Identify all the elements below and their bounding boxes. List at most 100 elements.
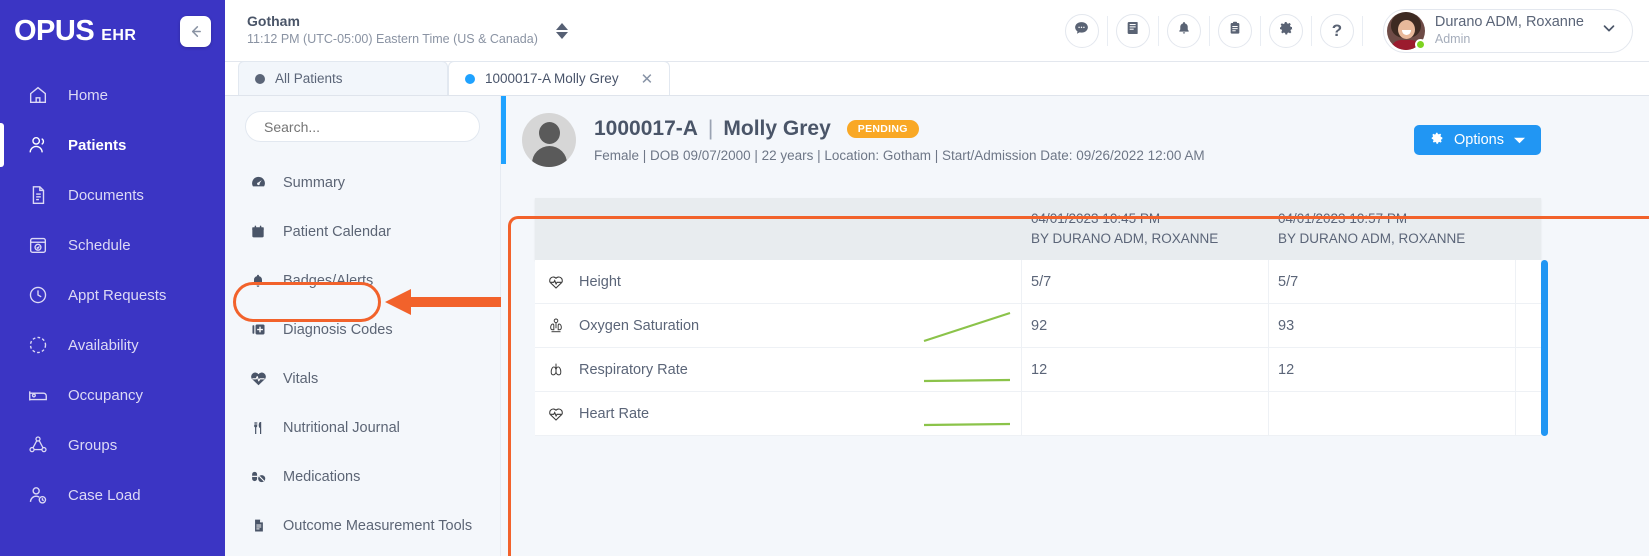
- patient-name: Molly Grey: [723, 117, 831, 140]
- column-author: BY DURANO ADM, ROXANNE: [1278, 230, 1466, 246]
- book-icon: [1125, 20, 1141, 41]
- patient-menu-item-diagnosis-codes[interactable]: Diagnosis Codes: [225, 305, 500, 354]
- table-row[interactable]: Respiratory Rate 12 12: [535, 348, 1541, 392]
- gear-icon: [1278, 20, 1294, 41]
- person-placeholder-icon: [522, 113, 576, 167]
- application-root: OPUS EHR Home Patients Documents Schedul…: [0, 0, 1649, 556]
- search-box[interactable]: [245, 111, 480, 142]
- row-value-cell: 5/7: [1022, 260, 1269, 303]
- row-label-cell: Respiratory Rate: [535, 348, 1022, 391]
- sidebar-label: Appt Requests: [68, 286, 167, 304]
- book-icon-button[interactable]: [1115, 13, 1150, 48]
- active-panel-indicator: [501, 96, 506, 164]
- sidebar-nav: Home Patients Documents Schedule Appt Re…: [0, 70, 225, 520]
- calendar-check-icon: [26, 233, 50, 257]
- patient-menu-item-outcome-measurement-tools[interactable]: Outcome Measurement Tools: [225, 501, 500, 550]
- table-row[interactable]: Oxygen Saturation 92 93: [535, 304, 1541, 348]
- patient-menu: Summary Patient Calendar Badges/Alerts: [225, 96, 503, 556]
- gear-icon-button[interactable]: [1268, 13, 1303, 48]
- sparkline-flat: [922, 351, 1012, 393]
- table-row[interactable]: Height 5/7 5/7: [535, 260, 1541, 304]
- row-label: Height: [579, 273, 621, 290]
- row-value-cell: 12: [1022, 348, 1269, 391]
- patient-menu-item-nutritional-journal[interactable]: Nutritional Journal: [225, 403, 500, 452]
- sidebar-collapse-button[interactable]: [180, 15, 211, 47]
- close-icon[interactable]: ✕: [629, 70, 654, 88]
- documents-icon: [26, 183, 50, 207]
- calendar-icon: [247, 224, 269, 240]
- patient-menu-label: Outcome Measurement Tools: [283, 517, 473, 534]
- sidebar-item-patients[interactable]: Patients: [0, 120, 225, 170]
- patient-menu-item-patient-calendar[interactable]: Patient Calendar: [225, 207, 500, 256]
- patient-separator: |: [707, 117, 714, 140]
- chat-icon-button[interactable]: [1064, 13, 1099, 48]
- patient-menu-label: Patient Calendar: [283, 223, 392, 240]
- facility-selector[interactable]: Gotham 11:12 PM (UTC-05:00) Eastern Time…: [247, 13, 568, 48]
- row-value-cell: 93: [1269, 304, 1516, 347]
- sidebar-item-availability[interactable]: Availability: [0, 320, 225, 370]
- patient-menu-item-medications[interactable]: Medications: [225, 452, 500, 501]
- column-datetime: 04/01/2023 10:45 PM: [1031, 211, 1161, 226]
- sidebar-label: Home: [68, 86, 109, 104]
- utensils-icon: [247, 420, 269, 436]
- patient-menu-label: Medications: [283, 468, 361, 485]
- patient-menu-item-summary[interactable]: Summary: [225, 158, 500, 207]
- tab-all-patients[interactable]: All Patients: [238, 61, 448, 95]
- patient-menu-item-badges-alerts[interactable]: Badges/Alerts: [225, 256, 500, 305]
- vitals-body: Vitals New: [501, 132, 1649, 556]
- lungs-person-icon: [545, 317, 567, 335]
- top-bar-actions: ? Durano ADM, Roxanne Admin: [1064, 8, 1633, 53]
- table-row[interactable]: Heart Rate: [535, 392, 1541, 436]
- row-label: Oxygen Saturation: [579, 317, 700, 334]
- table-header-row: 04/01/2023 10:45 PM BY DURANO ADM, ROXAN…: [535, 198, 1541, 260]
- patient-meta: Female | DOB 09/07/2000 | 22 years | Loc…: [594, 148, 1205, 163]
- tab-patient-molly-grey[interactable]: 1000017-A Molly Grey ✕: [448, 61, 671, 95]
- gauge-icon: [247, 174, 269, 191]
- tab-status-dot: [465, 73, 475, 84]
- users-icon: [26, 133, 50, 157]
- sidebar-label: Patients: [68, 136, 127, 154]
- column-author: BY DURANO ADM, ROXANNE: [1031, 230, 1219, 246]
- logo-text-secondary: EHR: [101, 26, 137, 44]
- sidebar-item-appt-requests[interactable]: Appt Requests: [0, 270, 225, 320]
- tab-label: 1000017-A Molly Grey: [485, 71, 619, 86]
- group-icon: [26, 433, 50, 457]
- row-value-cell: 92: [1022, 304, 1269, 347]
- sparkline-flat: [922, 395, 1012, 437]
- vitals-table: 04/01/2023 10:45 PM BY DURANO ADM, ROXAN…: [535, 198, 1548, 436]
- vertical-scrollbar[interactable]: [1541, 260, 1548, 436]
- search-input[interactable]: [264, 118, 461, 135]
- heartbeat-icon: [545, 405, 567, 423]
- bell-icon-button[interactable]: [1166, 13, 1201, 48]
- divider: [1208, 15, 1210, 46]
- help-icon-button[interactable]: ?: [1319, 13, 1354, 48]
- row-value-cell: [1269, 392, 1516, 435]
- table-header-label-cell: [535, 198, 1022, 260]
- bell-icon: [1176, 20, 1192, 41]
- options-button[interactable]: Options: [1414, 125, 1541, 155]
- sidebar-item-groups[interactable]: Groups: [0, 420, 225, 470]
- patient-menu-label: Diagnosis Codes: [283, 321, 393, 338]
- tab-label: All Patients: [275, 71, 343, 86]
- sidebar-item-documents[interactable]: Documents: [0, 170, 225, 220]
- status-badge: PENDING: [846, 120, 919, 138]
- row-value-cell: [1022, 392, 1269, 435]
- clipboard-icon-button[interactable]: [1217, 13, 1252, 48]
- sidebar-item-case-load[interactable]: Case Load: [0, 470, 225, 520]
- user-menu[interactable]: Durano ADM, Roxanne Admin: [1382, 8, 1633, 53]
- chevron-down-icon[interactable]: [1600, 19, 1618, 42]
- user-clock-icon: [26, 483, 50, 507]
- patient-menu-item-vitals[interactable]: Vitals: [225, 354, 500, 403]
- row-value-cell: 5/7: [1269, 260, 1516, 303]
- heartbeat-icon: [545, 273, 567, 291]
- sidebar-item-occupancy[interactable]: Occupancy: [0, 370, 225, 420]
- divider: [1361, 15, 1363, 46]
- facility-timezone: 11:12 PM (UTC-05:00) Eastern Time (US & …: [247, 32, 538, 47]
- sidebar-item-home[interactable]: Home: [0, 70, 225, 120]
- user-role: Admin: [1434, 32, 1471, 47]
- sidebar-item-schedule[interactable]: Schedule: [0, 220, 225, 270]
- divider: [1259, 15, 1261, 46]
- sort-updown-icon[interactable]: [555, 22, 568, 39]
- app-logo: OPUS EHR: [14, 16, 137, 46]
- facility-name: Gotham: [247, 12, 300, 29]
